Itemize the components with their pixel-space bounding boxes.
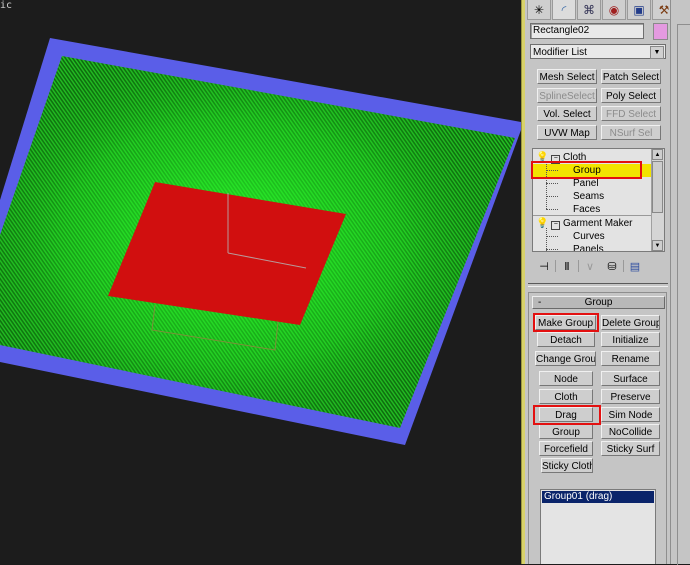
group-button[interactable]: Group	[539, 424, 593, 439]
divider	[528, 283, 668, 287]
stack-item-panels[interactable]: Panels	[573, 243, 604, 251]
stack-item-garment-maker[interactable]: 💡 − Garment Maker	[536, 217, 632, 230]
mesh-select-button[interactable]: Mesh Select	[537, 69, 597, 84]
cloth-button[interactable]: Cloth	[539, 389, 593, 404]
group-list-item[interactable]: Group01 (drag)	[542, 491, 654, 503]
modifier-list-dropdown[interactable]: Modifier List ▼	[530, 44, 666, 59]
group-list[interactable]: Group01 (drag)	[540, 489, 656, 564]
panel-scroll-area	[670, 0, 690, 565]
motion-icon[interactable]: ◉	[602, 0, 626, 20]
stack-scrollbar[interactable]: ▲ ▼	[651, 149, 664, 251]
drag-highlight-box	[533, 405, 601, 425]
delete-group-button[interactable]: Delete Group	[601, 315, 660, 330]
viewport-scene	[0, 38, 521, 445]
command-panel: ✳ ◜ ⌘ ◉ ▣ ⚒ Rectangle02 Modifier List ▼ …	[525, 0, 676, 564]
scroll-down-icon[interactable]: ▼	[652, 240, 663, 251]
remove-modifier-icon[interactable]: ⛁	[601, 260, 623, 273]
poly-select-button[interactable]: Poly Select	[601, 88, 661, 103]
nocollide-button[interactable]: NoCollide	[601, 424, 660, 439]
sticky-surf-button[interactable]: Sticky Surf	[601, 441, 660, 456]
sticky-cloth-button[interactable]: Sticky Cloth	[541, 458, 593, 473]
initialize-button[interactable]: Initialize	[601, 332, 660, 347]
collapse-icon[interactable]: −	[551, 221, 561, 230]
chevron-down-icon[interactable]: ▼	[650, 46, 664, 59]
modifier-list-label: Modifier List	[533, 47, 587, 58]
ffd-select-button[interactable]: FFD Select	[601, 106, 661, 121]
stack-item-curves[interactable]: Curves	[573, 230, 605, 243]
perspective-viewport[interactable]: ic	[0, 0, 521, 564]
object-color-swatch[interactable]	[653, 23, 668, 40]
object-name-field[interactable]: Rectangle02	[530, 23, 644, 39]
group-rollout-header[interactable]: - Group	[532, 296, 665, 309]
show-end-result-icon[interactable]: Ⅱ	[556, 260, 578, 273]
pin-stack-icon[interactable]: ⊣	[533, 260, 555, 273]
uvw-map-button[interactable]: UVW Map	[537, 125, 597, 140]
detach-button[interactable]: Detach	[537, 332, 595, 347]
nsurf-sel-button[interactable]: NSurf Sel	[601, 125, 661, 140]
vol-select-button[interactable]: Vol. Select	[537, 106, 597, 121]
sim-node-button[interactable]: Sim Node	[601, 407, 660, 422]
modify-icon[interactable]: ◜	[552, 0, 576, 20]
node-button[interactable]: Node	[539, 371, 593, 386]
surface-button[interactable]: Surface	[601, 371, 660, 386]
patch-select-button[interactable]: Patch Select	[601, 69, 661, 84]
change-group-button[interactable]: Change Group	[535, 351, 596, 366]
command-panel-tabs: ✳ ◜ ⌘ ◉ ▣ ⚒	[527, 0, 677, 20]
forcefield-button[interactable]: Forcefield	[539, 441, 593, 456]
rename-button[interactable]: Rename	[601, 351, 660, 366]
create-icon[interactable]: ✳	[527, 0, 551, 20]
make-unique-icon[interactable]: ∨	[579, 260, 601, 273]
group-highlight-box	[531, 161, 642, 179]
preserve-button[interactable]: Preserve	[601, 389, 660, 404]
scroll-up-icon[interactable]: ▲	[652, 149, 663, 160]
make-group-highlight-box	[533, 313, 599, 332]
spline-select-button[interactable]: SplineSelect	[537, 88, 597, 103]
scroll-thumb[interactable]	[652, 161, 663, 213]
stack-toolbar: ⊣ Ⅱ ∨ ⛁ ▤	[533, 258, 665, 274]
hierarchy-icon[interactable]: ⌘	[577, 0, 601, 20]
display-icon[interactable]: ▣	[627, 0, 651, 20]
stack-item-seams[interactable]: Seams	[573, 190, 604, 203]
configure-modifier-sets-icon[interactable]: ▤	[624, 260, 646, 273]
lightbulb-icon[interactable]: 💡	[536, 218, 548, 229]
